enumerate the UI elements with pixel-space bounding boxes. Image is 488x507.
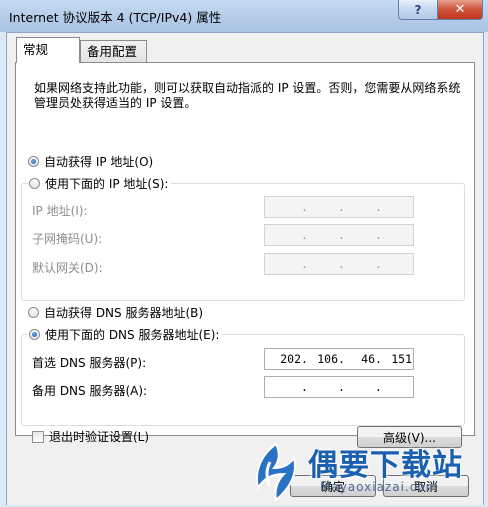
ip-address-field[interactable]: . . . xyxy=(264,196,414,218)
subnet-mask-field[interactable]: . . . xyxy=(264,224,414,246)
close-button[interactable]: ✕ xyxy=(437,0,483,20)
window-title: Internet 协议版本 4 (TCP/IPv4) 属性 xyxy=(9,10,222,25)
validate-on-exit-checkbox[interactable]: 退出时验证设置(L) xyxy=(32,428,149,445)
ip-address-label: IP 地址(I): xyxy=(32,204,88,218)
watermark: 偶要下载站 Mayaoxiazai.com xyxy=(244,440,488,504)
auto-ip-radio[interactable]: 自动获得 IP 地址(O) xyxy=(28,153,153,170)
dialog-client-area: 常规 备用配置 如果网络支持此功能，则可以获取自动指派的 IP 设置。否则，您需… xyxy=(6,32,484,505)
radio-unchecked-icon xyxy=(29,178,40,189)
checkbox-unchecked-icon xyxy=(32,430,44,443)
help-button[interactable]: ? xyxy=(398,0,438,20)
preferred-dns-label: 首选 DNS 服务器(P): xyxy=(32,356,147,370)
auto-ip-label: 自动获得 IP 地址(O) xyxy=(44,155,154,169)
tab-alternate-config[interactable]: 备用配置 xyxy=(80,40,147,62)
watermark-title: 偶要下载站 xyxy=(308,448,463,483)
title-bar: Internet 协议版本 4 (TCP/IPv4) 属性 ? ✕ xyxy=(0,0,488,32)
auto-dns-label: 自动获得 DNS 服务器地址(B) xyxy=(44,306,204,320)
auto-dns-radio[interactable]: 自动获得 DNS 服务器地址(B) xyxy=(28,304,203,321)
watermark-logo-icon xyxy=(256,442,296,502)
tab-general[interactable]: 常规 xyxy=(16,37,80,63)
radio-checked-icon xyxy=(29,329,40,340)
radio-checked-icon xyxy=(28,156,39,167)
validate-on-exit-label: 退出时验证设置(L) xyxy=(49,430,150,444)
radio-unchecked-icon xyxy=(28,307,39,318)
preferred-dns-field[interactable]: 202. 106. 46. 151 xyxy=(264,348,414,370)
general-tab-panel: 如果网络支持此功能，则可以获取自动指派的 IP 设置。否则，您需要从网络系统管理… xyxy=(15,62,475,444)
subnet-mask-label: 子网掩码(U): xyxy=(32,232,103,246)
default-gateway-label: 默认网关(D): xyxy=(32,261,103,275)
manual-dns-label: 使用下面的 DNS 服务器地址(E): xyxy=(45,328,220,342)
manual-ip-label: 使用下面的 IP 地址(S): xyxy=(45,177,169,191)
alternate-dns-field[interactable]: . . . xyxy=(264,376,414,398)
alternate-dns-label: 备用 DNS 服务器(A): xyxy=(32,384,148,398)
manual-dns-radio[interactable]: 使用下面的 DNS 服务器地址(E): xyxy=(28,326,223,343)
manual-ip-radio[interactable]: 使用下面的 IP 地址(S): xyxy=(28,175,172,192)
description-text: 如果网络支持此功能，则可以获取自动指派的 IP 设置。否则，您需要从网络系统管理… xyxy=(34,81,461,110)
default-gateway-field[interactable]: . . . xyxy=(264,253,414,275)
watermark-url: Mayaoxiazai.com xyxy=(320,480,439,494)
